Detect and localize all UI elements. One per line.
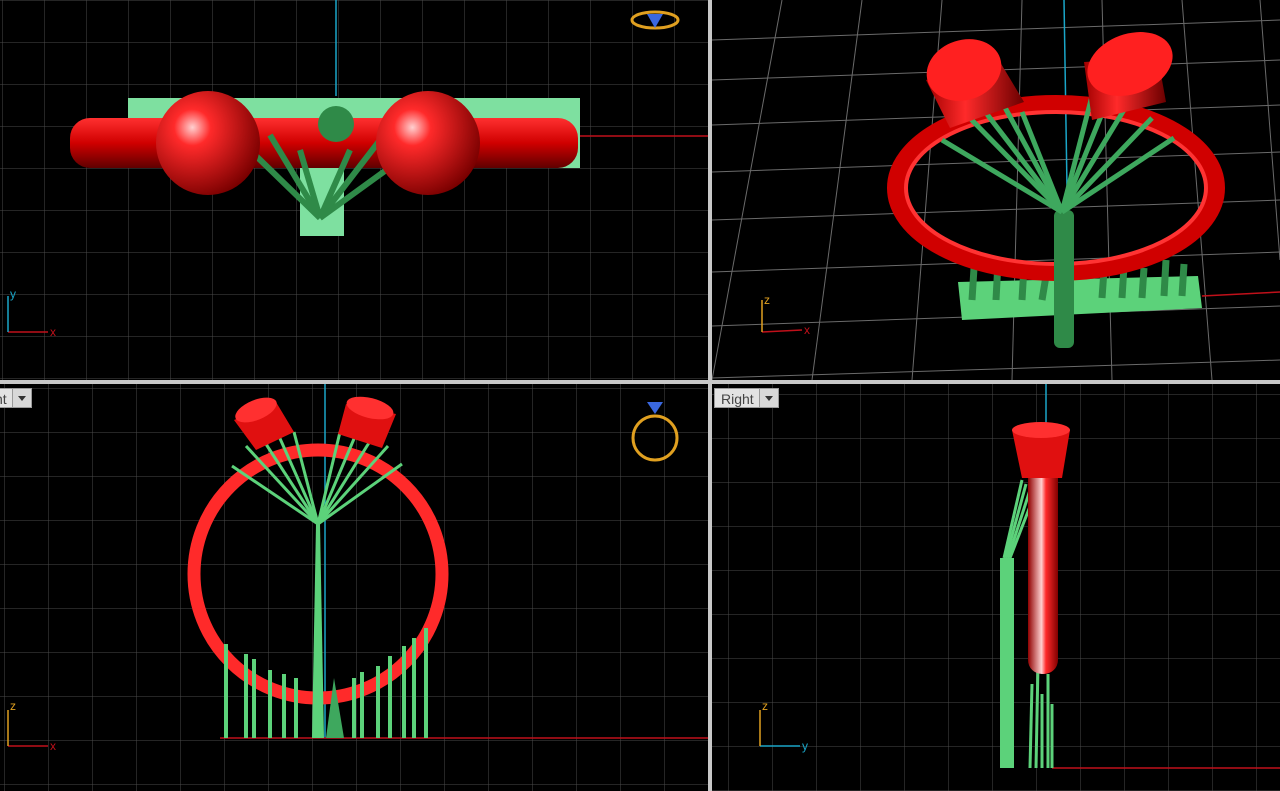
main-support-stem [1000,558,1014,768]
axis-z-letter: z [764,293,770,307]
viewport-label: Right [721,391,754,407]
axis-y-letter: y [10,287,16,301]
viewport-label: nt [0,391,7,407]
axis-x-line [1201,291,1280,297]
axis-x-letter: x [804,323,810,337]
setting-head [1012,422,1070,478]
right-view-canvas: y z [712,384,1280,791]
chevron-down-icon [758,389,778,407]
axis-z-letter: z [10,699,16,713]
viewport-menu-right[interactable]: Right [714,388,779,408]
left-setting [156,91,260,195]
right-setting [376,91,480,195]
top-view-canvas: x y [0,0,708,380]
viewport-front[interactable]: x z nt [0,384,708,791]
viewport-menu-front[interactable]: nt [0,388,32,408]
front-view-canvas: x z [0,384,708,791]
viewport-top[interactable]: x y [0,0,708,380]
axis-y-letter: y [802,739,808,753]
right-setting [1084,32,1173,120]
perspective-view-canvas: x z [712,0,1280,380]
viewport-right[interactable]: y z Right [712,384,1280,791]
ring-band [1028,444,1058,674]
axis-z-letter: z [762,699,768,713]
chevron-down-icon [11,389,31,407]
axis-x-letter: x [50,325,56,339]
grid [712,384,1280,791]
axis-x-letter: x [50,739,56,753]
viewport-perspective[interactable]: x z [712,0,1280,380]
main-support-stem [1054,210,1074,348]
axis-gizmo: x z [761,293,810,337]
center-support [318,106,354,142]
